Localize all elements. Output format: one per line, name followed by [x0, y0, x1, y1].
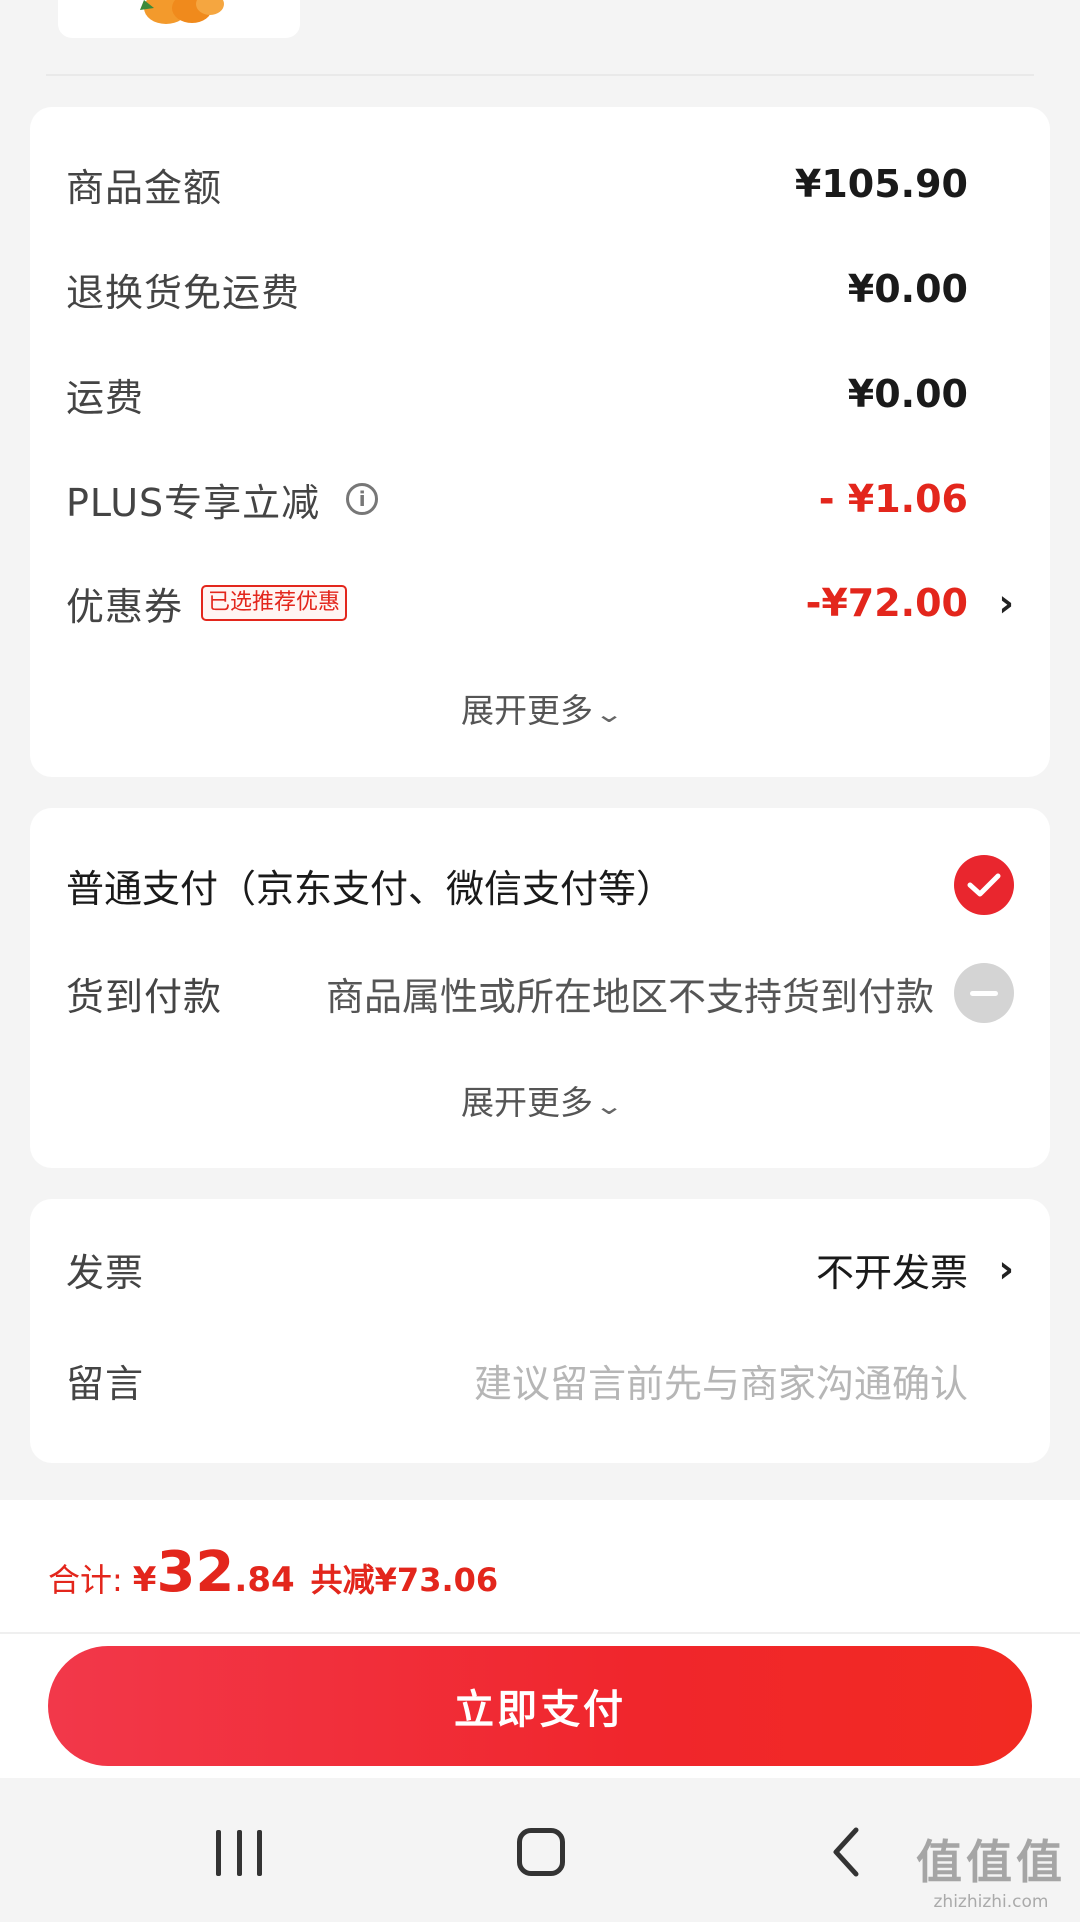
- checkout-bar: 合计: ¥ 32 .84 共减¥73.06 立即支付: [0, 1500, 1080, 1778]
- invoice-label: 发票: [66, 1250, 145, 1295]
- row-value: ¥105.90: [794, 162, 968, 206]
- row-return-shipping: 退换货免运费 ¥0.00: [66, 259, 1014, 319]
- coupon-tag: 已选推荐优惠: [201, 585, 348, 621]
- chevron-down-icon: ⌄: [593, 700, 625, 728]
- payment-label: 货到付款: [66, 974, 223, 1019]
- payment-label: 普通支付（京东支付、微信支付等）: [66, 866, 675, 911]
- product-thumbnail[interactable]: [58, 0, 300, 38]
- row-plus-discount: PLUS专享立减 i - ¥1.06: [66, 469, 1014, 529]
- info-icon[interactable]: i: [346, 483, 379, 515]
- row-label: 退换货免运费: [66, 270, 301, 315]
- chevron-right-icon[interactable]: ›: [998, 1247, 1014, 1291]
- chevron-right-icon[interactable]: ›: [998, 581, 1014, 625]
- total-summary: 合计: ¥ 32 .84 共减¥73.06: [48, 1540, 498, 1605]
- row-goods-amount: 商品金额 ¥105.90: [66, 154, 1014, 214]
- system-nav-bar: 值值值 zhizhizhi.com: [0, 1778, 1080, 1922]
- expand-label: 展开更多: [460, 691, 593, 730]
- divider: [0, 1632, 1080, 1634]
- invoice-value: 不开发票: [815, 1250, 968, 1295]
- order-confirm-page: 商品金额 ¥105.90 退换货免运费 ¥0.00 运费 ¥0.00 PLUS专…: [0, 0, 1080, 1922]
- note-row[interactable]: 留言 建议留言前先与商家沟通确认: [66, 1350, 1014, 1410]
- payment-option-cod: 货到付款 商品属性或所在地区不支持货到付款: [66, 963, 1014, 1023]
- price-summary-card: 商品金额 ¥105.90 退换货免运费 ¥0.00 运费 ¥0.00 PLUS专…: [30, 107, 1050, 777]
- total-label: 合计:: [48, 1561, 123, 1599]
- orange-image: [140, 0, 224, 24]
- row-label: PLUS专享立减: [66, 480, 321, 525]
- total-decimal: .84: [234, 1560, 295, 1600]
- watermark: 值值值 zhizhizhi.com: [916, 1826, 1066, 1912]
- expand-more-button[interactable]: 展开更多⌄: [30, 1076, 1050, 1124]
- invoice-row[interactable]: 发票 不开发票 ›: [66, 1239, 1014, 1299]
- back-icon[interactable]: [826, 1824, 866, 1880]
- row-shipping: 运费 ¥0.00: [66, 364, 1014, 424]
- cod-description: 商品属性或所在地区不支持货到付款: [326, 974, 935, 1019]
- row-value: - ¥1.06: [818, 477, 968, 521]
- row-label: 商品金额: [66, 165, 223, 210]
- row-label: 优惠券: [66, 584, 184, 629]
- recent-apps-icon[interactable]: [216, 1830, 262, 1876]
- watermark-url: zhizhizhi.com: [933, 1892, 1049, 1912]
- row-coupon[interactable]: 优惠券 已选推荐优惠 -¥72.00 ›: [66, 573, 1014, 633]
- currency-symbol: ¥: [132, 1560, 157, 1600]
- saved-label: 共减: [310, 1561, 375, 1599]
- check-circle-icon[interactable]: [954, 855, 1014, 915]
- extras-card: 发票 不开发票 › 留言 建议留言前先与商家沟通确认: [30, 1199, 1050, 1463]
- chevron-down-icon: ⌄: [593, 1092, 625, 1120]
- total-integer: 32: [156, 1540, 235, 1605]
- row-label: 运费: [66, 375, 145, 420]
- row-value: -¥72.00: [805, 581, 968, 625]
- saved-amount: ¥73.06: [374, 1561, 499, 1599]
- note-label: 留言: [66, 1361, 145, 1406]
- row-value: ¥0.00: [847, 267, 968, 311]
- expand-more-button[interactable]: 展开更多⌄: [30, 684, 1050, 732]
- watermark-logo: 值值值: [916, 1835, 1066, 1889]
- divider: [46, 74, 1034, 76]
- home-icon[interactable]: [517, 1828, 565, 1876]
- note-input[interactable]: 建议留言前先与商家沟通确认: [474, 1353, 968, 1408]
- saved-summary: 共减¥73.06: [311, 1555, 499, 1601]
- pay-now-button[interactable]: 立即支付: [48, 1646, 1032, 1766]
- expand-label: 展开更多: [460, 1083, 593, 1122]
- row-value: ¥0.00: [847, 372, 968, 416]
- payment-card: 普通支付（京东支付、微信支付等） 货到付款 商品属性或所在地区不支持货到付款 展…: [30, 808, 1050, 1168]
- payment-option-standard[interactable]: 普通支付（京东支付、微信支付等）: [66, 855, 1014, 915]
- minus-circle-icon: [954, 963, 1014, 1023]
